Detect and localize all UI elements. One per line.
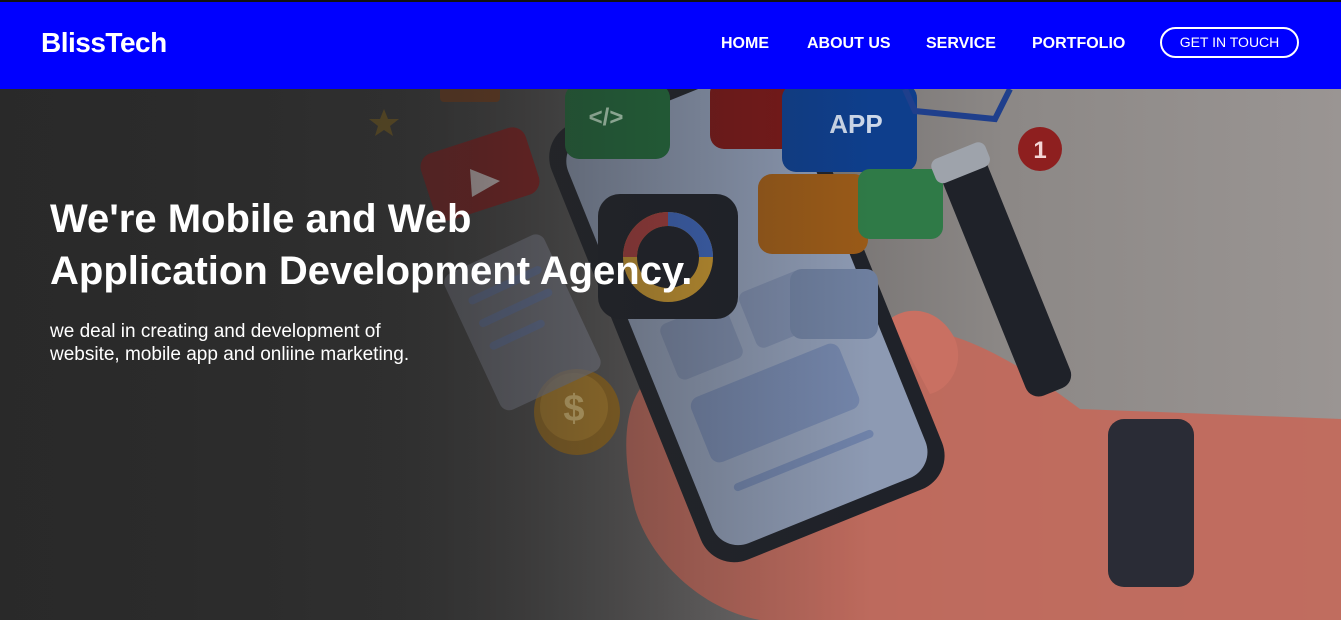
wristband-shape xyxy=(1108,419,1194,587)
nav-home-link[interactable]: HOME xyxy=(721,34,769,54)
site-header: BlissTech HOME ABOUT US SERVICE PORTFOLI… xyxy=(0,0,1341,89)
page: BlissTech HOME ABOUT US SERVICE PORTFOLI… xyxy=(0,0,1341,620)
app-tile-label: APP xyxy=(829,109,882,139)
orange-shape xyxy=(440,89,500,102)
star-icon xyxy=(369,109,399,136)
hero-subtitle-line-2: website, mobile app and onliine marketin… xyxy=(50,344,410,365)
hero-title: We're Mobile and Web Application Develop… xyxy=(50,193,750,297)
hero-subtitle: we deal in creating and development of w… xyxy=(50,320,470,366)
hero-title-line-2: Application Development Agency. xyxy=(50,249,693,293)
green-tile xyxy=(858,169,943,239)
code-tile: </> xyxy=(565,89,670,159)
get-in-touch-button[interactable]: GET IN TOUCH xyxy=(1160,27,1299,58)
hero-subtitle-line-1: we deal in creating and development of xyxy=(50,321,381,342)
main-nav: HOME ABOUT US SERVICE PORTFOLIO xyxy=(0,34,1341,54)
nav-portfolio-link[interactable]: PORTFOLIO xyxy=(1032,34,1125,54)
outline-card-shape xyxy=(902,89,1013,123)
nav-service-link[interactable]: SERVICE xyxy=(926,34,996,54)
hero-title-line-1: We're Mobile and Web xyxy=(50,197,472,241)
notification-count: 1 xyxy=(1033,137,1046,164)
notification-badge: 1 xyxy=(1018,127,1062,171)
nav-about-link[interactable]: ABOUT US xyxy=(807,34,891,54)
orange-tile xyxy=(758,174,868,254)
blue-tile xyxy=(790,269,878,339)
hero-banner: </> APP 1 $ We're Mobile and Web Applica… xyxy=(0,89,1341,620)
code-tile-label: </> xyxy=(589,104,624,131)
coin-symbol: $ xyxy=(563,388,584,430)
app-tile: APP xyxy=(782,89,917,172)
